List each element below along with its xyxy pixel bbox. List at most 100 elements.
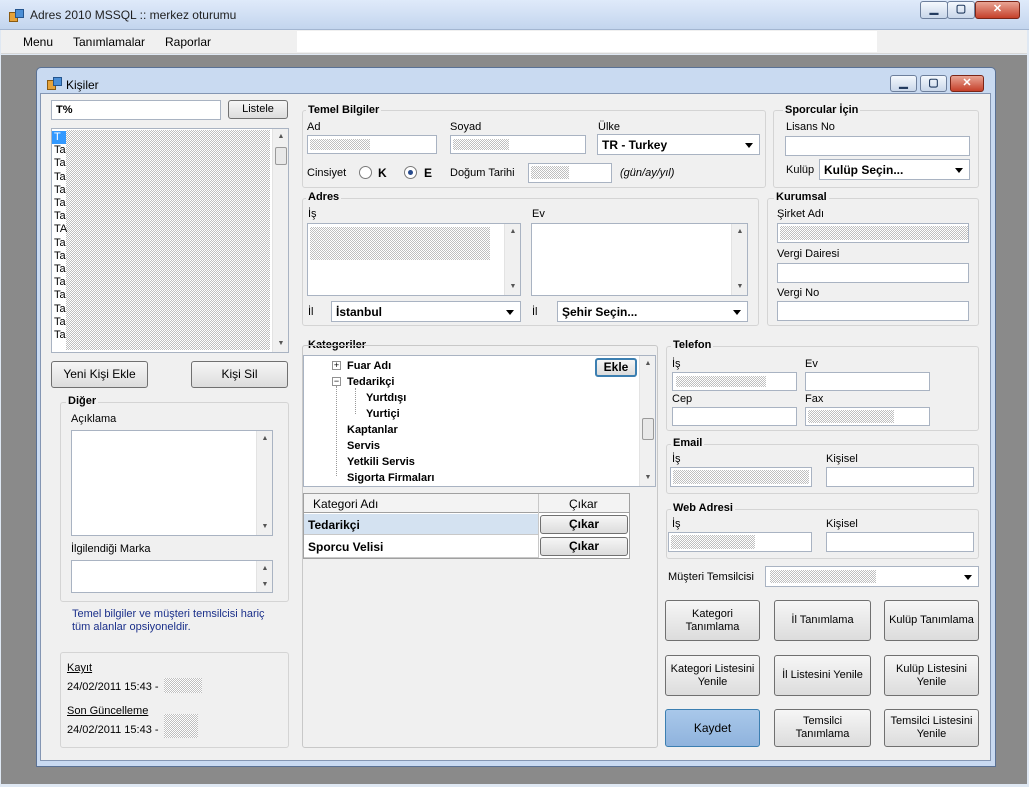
web-title: Web Adresi	[671, 502, 735, 514]
list-item[interactable]: Ta	[54, 210, 67, 223]
telefon-cep-input[interactable]	[672, 407, 797, 426]
maximize-icon[interactable]: ▢	[947, 1, 975, 19]
il2-select[interactable]: Şehir Seçin...	[557, 301, 748, 322]
scroll-down-icon[interactable]: ▼	[640, 470, 656, 486]
list-item[interactable]: Ta	[54, 157, 67, 170]
scroll-thumb[interactable]	[642, 418, 654, 440]
menu-item-menu[interactable]: Menu	[23, 35, 53, 49]
list-item[interactable]: Ta	[54, 184, 67, 197]
kategori-listesini-yenile-button[interactable]: Kategori Listesini Yenile	[665, 655, 760, 696]
scroll-up-icon[interactable]: ▲	[505, 224, 521, 240]
kisi-sil-button[interactable]: Kişi Sil	[191, 361, 288, 388]
scroll-down-icon[interactable]: ▼	[257, 519, 273, 535]
scroll-up-icon[interactable]: ▲	[732, 224, 748, 240]
soyad-masked	[453, 139, 509, 150]
close-icon[interactable]: ✕	[975, 1, 1020, 19]
telefon-ev-label: Ev	[805, 358, 818, 370]
kulup-listesini-yenile-button[interactable]: Kulüp Listesini Yenile	[884, 655, 979, 696]
cikar-button[interactable]: Çıkar	[540, 537, 628, 556]
lisans-no-input[interactable]	[785, 136, 970, 156]
adres-is-masked	[310, 227, 490, 260]
list-item[interactable]: Ta	[54, 303, 67, 316]
menu-item-tanimlamalar[interactable]: Tanımlamalar	[73, 35, 145, 49]
tree-item-yurtdisi[interactable]: Yurtdışı	[366, 392, 406, 404]
ekle-button[interactable]: Ekle	[595, 358, 637, 377]
list-item[interactable]: Ta	[54, 144, 67, 157]
ulke-label: Ülke	[598, 121, 621, 133]
aciklama-textarea[interactable]	[71, 430, 273, 536]
marka-scrollbar[interactable]: ▲ ▼	[256, 561, 272, 592]
minimize-icon[interactable]: ▁	[920, 1, 948, 19]
list-item[interactable]: Ta	[54, 197, 67, 210]
vergi-dairesi-input[interactable]	[777, 263, 969, 283]
scroll-down-icon[interactable]: ▼	[505, 279, 521, 295]
cikar-button[interactable]: Çıkar	[540, 515, 628, 534]
list-item[interactable]: Ta	[54, 289, 67, 302]
list-scrollbar[interactable]: ▲ ▼	[272, 129, 288, 352]
gender-k-radio[interactable]	[359, 166, 372, 179]
child-close-icon[interactable]: ✕	[950, 75, 984, 92]
kaydet-button[interactable]: Kaydet	[665, 709, 760, 747]
il-tanimlama-button[interactable]: İl Tanımlama	[774, 600, 871, 641]
yeni-kisi-ekle-button[interactable]: Yeni Kişi Ekle	[51, 361, 148, 388]
adres-is-scrollbar[interactable]: ▲ ▼	[504, 224, 520, 295]
list-item[interactable]: T	[54, 131, 67, 144]
ulke-select[interactable]: TR - Turkey	[597, 134, 760, 155]
adres-ev-textarea[interactable]	[531, 223, 748, 296]
web-kisisel-input[interactable]	[826, 532, 974, 552]
tree-item-tedarikci[interactable]: Tedarikçi	[347, 376, 395, 388]
gender-e-radio[interactable]	[404, 166, 417, 179]
diger-title: Diğer	[66, 395, 99, 407]
kulup-label: Kulüp	[786, 164, 815, 176]
temsilci-listesini-yenile-button[interactable]: Temsilci Listesini Yenile	[884, 709, 979, 747]
expand-icon[interactable]: +	[332, 361, 341, 370]
telefon-ev-input[interactable]	[805, 372, 930, 391]
list-item[interactable]: Ta	[54, 250, 67, 263]
list-item[interactable]: Ta	[54, 316, 67, 329]
soyad-label: Soyad	[450, 121, 482, 133]
telefon-is-label: İş	[672, 358, 681, 370]
scroll-down-icon[interactable]: ▼	[732, 279, 748, 295]
email-kisisel-input[interactable]	[826, 467, 974, 487]
tree-item-servis[interactable]: Servis	[347, 440, 380, 452]
tree-item-yurtici[interactable]: Yurtiçi	[366, 408, 400, 420]
tree-item-sigorta[interactable]: Sigorta Firmaları	[347, 472, 434, 484]
tree-item-yetkili-servis[interactable]: Yetkili Servis	[347, 456, 415, 468]
scroll-up-icon[interactable]: ▲	[640, 356, 656, 372]
list-item[interactable]: TA	[54, 223, 67, 236]
tree-item-fuar[interactable]: Fuar Adı	[347, 360, 391, 372]
kulup-select[interactable]: Kulüp Seçin...	[819, 159, 970, 180]
vergi-no-input[interactable]	[777, 301, 969, 321]
listele-button[interactable]: Listele	[228, 100, 288, 119]
scroll-down-icon[interactable]: ▼	[257, 577, 273, 592]
scroll-thumb[interactable]	[275, 147, 287, 165]
list-item[interactable]: Ta	[54, 237, 67, 250]
il1-select[interactable]: İstanbul	[331, 301, 521, 322]
list-item[interactable]: Ta	[54, 276, 67, 289]
scroll-up-icon[interactable]: ▲	[257, 561, 273, 576]
list-item[interactable]: Ta	[54, 329, 67, 342]
marka-textarea[interactable]	[71, 560, 273, 593]
grid-row-name: Tedarikçi	[308, 518, 360, 532]
kategori-tanimlama-button[interactable]: Kategori Tanımlama	[665, 600, 760, 641]
collapse-icon[interactable]: −	[332, 377, 341, 386]
temsilci-tanimlama-button[interactable]: Temsilci Tanımlama	[774, 709, 871, 747]
list-item[interactable]: Ta	[54, 171, 67, 184]
menu-item-raporlar[interactable]: Raporlar	[165, 35, 211, 49]
adres-ev-scrollbar[interactable]: ▲ ▼	[731, 224, 747, 295]
scroll-up-icon[interactable]: ▲	[257, 431, 273, 447]
kulup-tanimlama-button[interactable]: Kulüp Tanımlama	[884, 600, 979, 641]
search-input[interactable]: T%	[51, 100, 221, 120]
list-item[interactable]: Ta	[54, 263, 67, 276]
tree-scrollbar[interactable]: ▲ ▼	[639, 356, 655, 486]
aciklama-scrollbar[interactable]: ▲ ▼	[256, 431, 272, 535]
app-title-bar: Adres 2010 MSSQL :: merkez oturumu ▁ ▢ ✕	[0, 0, 1029, 30]
il-listesini-yenile-button[interactable]: İl Listesini Yenile	[774, 655, 871, 696]
child-maximize-icon[interactable]: ▢	[920, 75, 947, 92]
scroll-up-icon[interactable]: ▲	[273, 129, 289, 145]
scroll-down-icon[interactable]: ▼	[273, 336, 289, 352]
child-minimize-icon[interactable]: ▁	[890, 75, 917, 92]
tree-item-kaptanlar[interactable]: Kaptanlar	[347, 424, 398, 436]
web-is-label: İş	[672, 518, 681, 530]
sirket-adi-label: Şirket Adı	[777, 208, 825, 220]
